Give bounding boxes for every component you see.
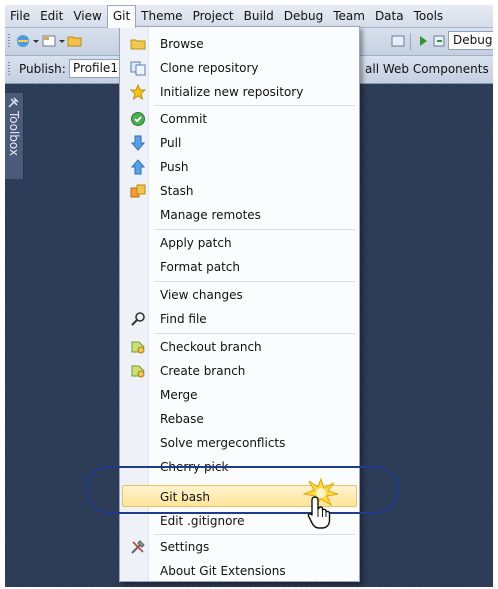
- menu-file[interactable]: File: [5, 6, 35, 26]
- menu-item-label: Edit .gitignore: [160, 514, 245, 528]
- menu-item-push[interactable]: Push: [122, 156, 357, 178]
- menu-separator: [154, 281, 355, 282]
- menu-theme[interactable]: Theme: [136, 6, 187, 26]
- menu-view[interactable]: View: [68, 6, 106, 26]
- menu-item-label: Git bash: [160, 490, 210, 504]
- menu-edit[interactable]: Edit: [35, 6, 68, 26]
- commit-check-icon: [131, 112, 145, 126]
- menu-item-label: Stash: [160, 184, 194, 198]
- menu-bar: File Edit View Git Theme Project Build D…: [5, 5, 493, 28]
- toolbar-separator: [410, 33, 411, 50]
- toolbar-grip[interactable]: [8, 34, 10, 49]
- publish-profile-select[interactable]: Profile1: [69, 59, 123, 78]
- pull-arrow-icon: [130, 135, 146, 151]
- menu-item-rebase[interactable]: Rebase: [122, 408, 357, 430]
- menu-build[interactable]: Build: [239, 6, 279, 26]
- menu-item-merge[interactable]: Merge: [122, 384, 357, 406]
- menu-item-commit[interactable]: Commit: [122, 108, 357, 130]
- toolbox-icon: [8, 97, 19, 108]
- menu-item-label: Settings: [160, 540, 210, 554]
- hand-cursor-icon: [307, 496, 331, 529]
- clone-icon: [130, 61, 146, 76]
- menu-item-label: Rebase: [160, 412, 204, 426]
- branch-icon: [131, 365, 145, 378]
- folder-icon: [130, 39, 146, 50]
- menu-separator: [154, 333, 355, 334]
- menu-item-label: Commit: [160, 112, 208, 126]
- web-components-label[interactable]: all Web Components: [365, 62, 489, 76]
- menu-separator: [154, 105, 355, 106]
- menu-item-label: Manage remotes: [160, 208, 261, 222]
- stash-icon: [130, 184, 146, 198]
- new-project-icon[interactable]: [15, 33, 31, 49]
- menu-item-label: Push: [160, 160, 189, 174]
- menu-data[interactable]: Data: [370, 6, 409, 26]
- menu-item-label: View changes: [160, 288, 243, 302]
- publish-label: Publish:: [19, 62, 66, 76]
- toolbox-label: Toolbox: [7, 111, 21, 156]
- menu-team[interactable]: Team: [328, 6, 370, 26]
- menu-item-clone-repository[interactable]: Clone repository: [122, 57, 357, 79]
- open-folder-icon[interactable]: [67, 33, 83, 49]
- menu-item-view-changes[interactable]: View changes: [122, 284, 357, 306]
- chevron-down-icon[interactable]: [33, 40, 39, 43]
- tools-icon: [131, 540, 145, 554]
- branch-icon: [131, 341, 145, 354]
- menu-separator: [154, 534, 355, 535]
- menu-item-format-patch[interactable]: Format patch: [122, 256, 357, 278]
- menu-item-solve-mergeconflicts[interactable]: Solve mergeconflicts: [122, 432, 357, 454]
- menu-item-label: Create branch: [160, 364, 246, 378]
- menu-debug[interactable]: Debug: [279, 6, 328, 26]
- menu-item-label: Find file: [160, 312, 207, 326]
- menu-item-find-file[interactable]: Find file: [122, 308, 357, 330]
- chevron-down-icon[interactable]: [59, 40, 65, 43]
- menu-item-label: Apply patch: [160, 236, 232, 250]
- menu-item-label: Clone repository: [160, 61, 259, 75]
- step-icon[interactable]: [431, 33, 447, 49]
- search-icon: [131, 312, 145, 326]
- menu-item-label: Checkout branch: [160, 340, 262, 354]
- toolbox-tab[interactable]: Toolbox: [5, 93, 24, 179]
- menu-item-pull[interactable]: Pull: [122, 132, 357, 154]
- add-item-icon[interactable]: [41, 33, 57, 49]
- play-icon[interactable]: [415, 33, 431, 49]
- menu-project[interactable]: Project: [188, 6, 239, 26]
- menu-item-about[interactable]: About Git Extensions: [122, 560, 357, 582]
- toolbar-grip[interactable]: [8, 62, 10, 77]
- menu-separator: [154, 229, 355, 230]
- menu-item-settings[interactable]: Settings: [122, 536, 357, 558]
- menu-item-create-branch[interactable]: Create branch: [122, 360, 357, 382]
- menu-item-browse[interactable]: Browse: [122, 33, 357, 55]
- menu-tools[interactable]: Tools: [409, 6, 449, 26]
- solution-config-select[interactable]: Debug: [448, 31, 493, 50]
- menu-item-apply-patch[interactable]: Apply patch: [122, 232, 357, 254]
- menu-item-cherry-pick[interactable]: Cherry pick: [122, 456, 357, 478]
- menu-item-initialize-repository[interactable]: Initialize new repository: [122, 81, 357, 103]
- menu-item-label: About Git Extensions: [160, 564, 286, 578]
- push-arrow-icon: [130, 159, 146, 175]
- menu-item-label: Initialize new repository: [160, 85, 304, 99]
- menu-item-label: Solve mergeconflicts: [160, 436, 286, 450]
- menu-item-label: Browse: [160, 37, 204, 51]
- menu-item-manage-remotes[interactable]: Manage remotes: [122, 204, 357, 226]
- menu-item-checkout-branch[interactable]: Checkout branch: [122, 336, 357, 358]
- menu-git[interactable]: Git: [106, 5, 137, 28]
- menu-item-label: Cherry pick: [160, 460, 229, 474]
- menu-item-label: Format patch: [160, 260, 240, 274]
- window-icon[interactable]: [390, 33, 406, 49]
- star-icon: [130, 84, 146, 100]
- menu-item-label: Merge: [160, 388, 198, 402]
- menu-item-label: Pull: [160, 136, 182, 150]
- menu-item-stash[interactable]: Stash: [122, 180, 357, 202]
